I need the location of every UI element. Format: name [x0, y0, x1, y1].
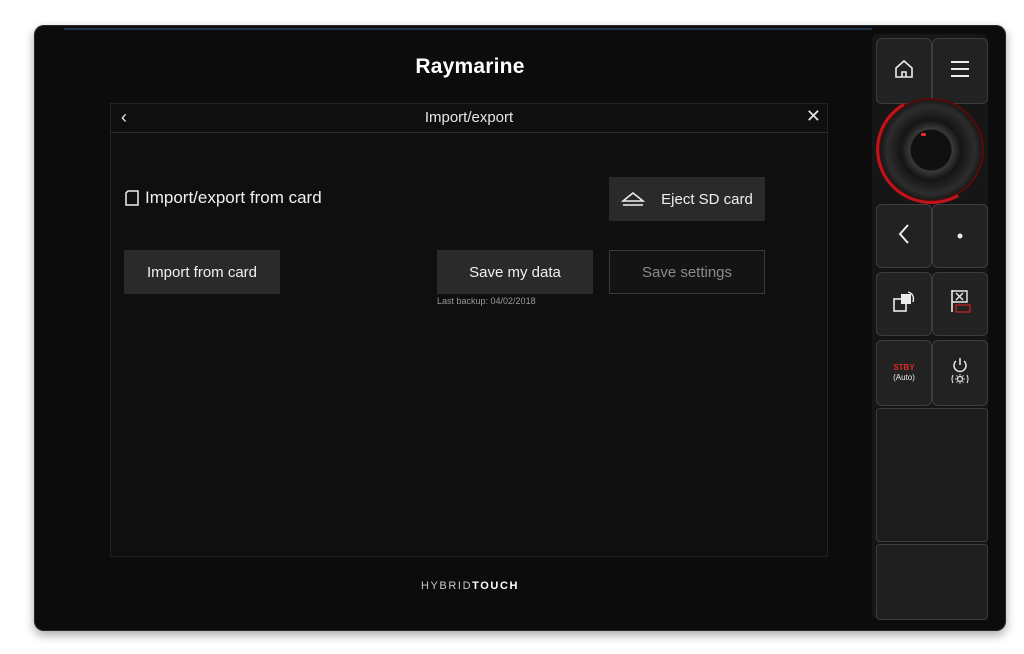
save-my-data-button[interactable]: Save my data	[437, 250, 593, 294]
auto-label: (Auto)	[893, 373, 915, 382]
standby-auto-label: STBY (Auto)	[893, 363, 915, 383]
back-button[interactable]	[876, 204, 932, 268]
dot-icon	[956, 227, 964, 245]
eject-button-label: Eject SD card	[661, 190, 753, 208]
menu-icon	[949, 59, 971, 84]
stby-label: STBY	[893, 363, 915, 372]
section-title: Import/export from card	[145, 188, 322, 207]
display-screen: ‹ Import/export ✕ Import/export from car…	[110, 103, 828, 557]
hybrid-suffix: TOUCH	[472, 580, 520, 592]
menu-button[interactable]	[932, 38, 988, 104]
switch-active-button[interactable]	[876, 272, 932, 336]
card-reader-door[interactable]	[876, 408, 988, 542]
sd-card-icon	[125, 190, 139, 206]
hybridtouch-label: HYBRIDTOUCH	[380, 580, 560, 592]
brand-logo: Raymarine	[415, 55, 525, 78]
home-icon	[893, 58, 915, 85]
waypoint-mob-button[interactable]	[932, 272, 988, 336]
last-backup-text: Last backup: 04/02/2018	[437, 296, 536, 306]
hybrid-prefix: HYBRID	[420, 580, 473, 592]
switch-pane-icon	[891, 290, 917, 319]
bottom-cover	[876, 544, 988, 620]
page-title: Import/export	[424, 109, 514, 126]
title-bar: ‹ Import/export ✕	[111, 104, 827, 133]
close-icon[interactable]: ✕	[806, 106, 821, 127]
standby-auto-button[interactable]: STBY (Auto)	[876, 340, 932, 406]
power-button[interactable]	[932, 340, 988, 406]
ok-button[interactable]	[932, 204, 988, 268]
save-settings-button[interactable]: Save settings	[609, 250, 765, 294]
home-button[interactable]	[876, 38, 932, 104]
import-from-card-button[interactable]: Import from card	[124, 250, 280, 294]
eject-icon	[621, 191, 646, 207]
bezel-top-accent	[64, 28, 872, 30]
power-brightness-icon	[949, 356, 971, 391]
knob-indicator	[921, 133, 926, 136]
waypoint-mob-icon	[947, 288, 973, 321]
eject-sd-card-button[interactable]: Eject SD card	[609, 177, 765, 221]
section-heading: Import/export from card	[125, 188, 322, 208]
chevron-left-icon	[897, 223, 911, 250]
